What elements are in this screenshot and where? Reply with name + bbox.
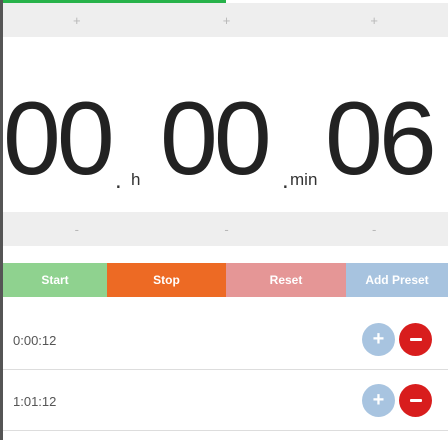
seconds-value: 06 [325,81,437,197]
hours-separator: . [115,167,122,194]
stop-button[interactable]: Stop [107,263,226,297]
reset-button[interactable]: Reset [226,263,346,297]
hours-minus-button[interactable]: - [3,212,153,246]
minus-icon [409,338,422,341]
timer-app: + + + 00 . h 00 . min 06 - - - Start Sto… [0,0,448,440]
minutes-value: 00 [160,81,272,197]
minutes-unit: min [290,170,318,189]
minutes-minus-button[interactable]: - [153,212,301,246]
preset-row: 1:01:12 + [3,370,448,431]
plus-icon: + [372,328,385,350]
increment-row: + + + [3,3,448,37]
delete-preset-button[interactable] [399,384,432,417]
delete-preset-button[interactable] [399,323,432,356]
preset-time: 0:00:12 [13,333,57,348]
minutes-plus-button[interactable]: + [153,3,301,37]
minutes-separator: . [282,167,289,194]
minus-icon [409,399,422,402]
plus-icon: + [372,389,385,411]
decrement-row: - - - [3,212,448,246]
preset-time: 1:01:12 [13,394,57,409]
start-button[interactable]: Start [3,263,107,297]
seconds-plus-button[interactable]: + [300,3,448,37]
hours-unit: h [131,170,141,189]
hours-plus-button[interactable]: + [3,3,153,37]
hours-value: 00 [3,81,115,197]
add-preset-button[interactable]: Add Preset [346,263,448,297]
load-preset-button[interactable]: + [362,323,395,356]
time-display: 00 . h 00 . min 06 [3,37,448,212]
preset-list: 0:00:12 + 1:01:12 + [3,309,448,431]
control-buttons: Start Stop Reset Add Preset [3,263,448,297]
preset-row: 0:00:12 + [3,309,448,370]
load-preset-button[interactable]: + [362,384,395,417]
seconds-minus-button[interactable]: - [300,212,448,246]
